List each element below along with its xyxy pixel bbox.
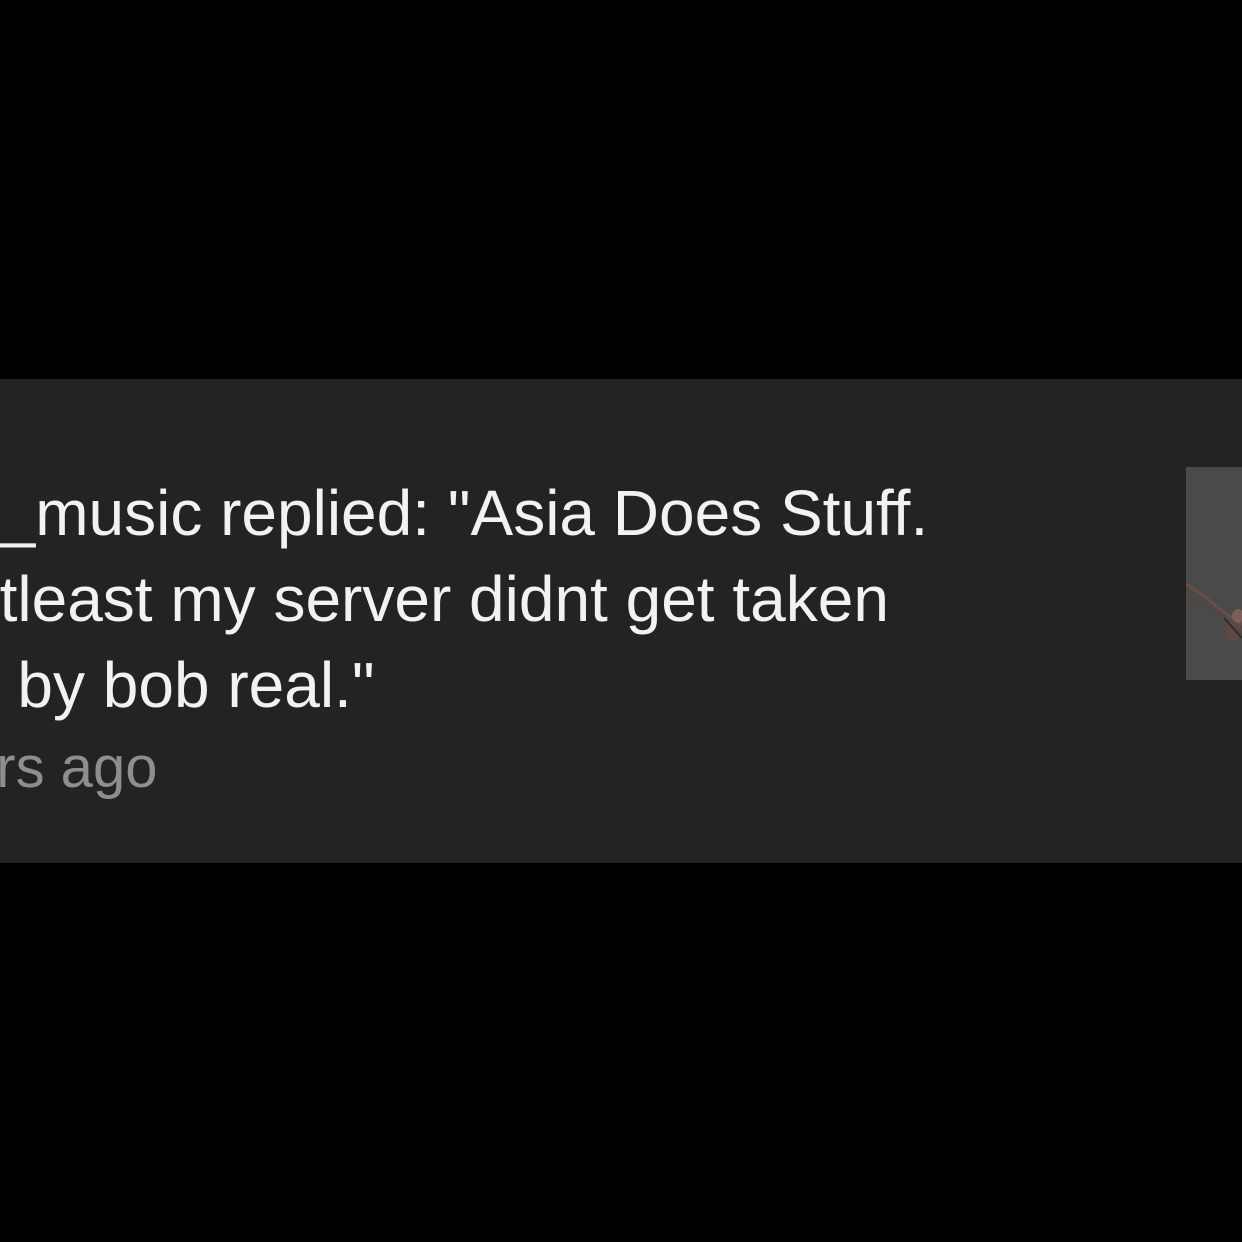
post-thumbnail-image-icon <box>1186 467 1242 680</box>
notification-timestamp: urs ago <box>0 735 158 800</box>
notification-message-line: n by bob real." <box>0 649 375 721</box>
screen: n_music replied: "Asia Does Stuff. atlea… <box>0 0 1242 1242</box>
post-thumbnail[interactable] <box>1186 467 1242 680</box>
notification-message: n_music replied: "Asia Does Stuff. atlea… <box>0 470 1124 728</box>
notification-message-line: n_music replied: "Asia Does Stuff. <box>0 477 929 549</box>
notification-message-line: atleast my server didnt get taken <box>0 563 889 635</box>
